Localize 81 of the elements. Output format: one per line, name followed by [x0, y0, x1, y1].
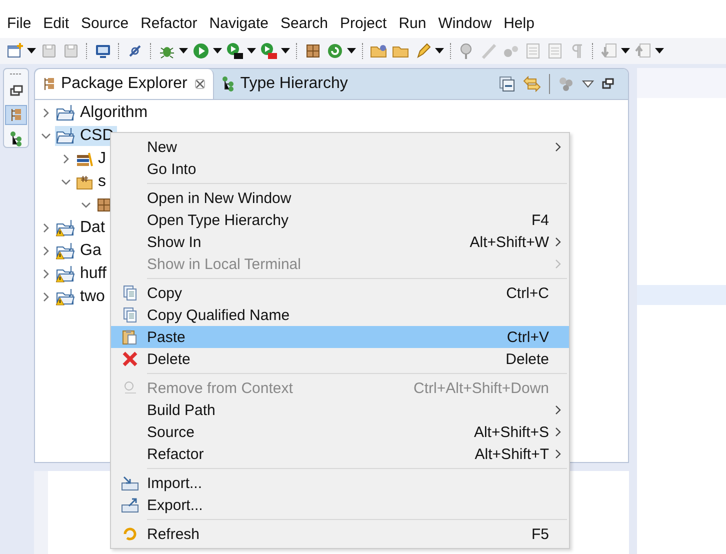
export-icon — [121, 497, 139, 513]
folder-icon[interactable] — [370, 42, 388, 60]
menu-item[interactable]: Import... — [111, 472, 569, 494]
menu-bar-item[interactable]: Refactor — [140, 15, 198, 32]
menu-item[interactable]: Open in New Window — [111, 187, 569, 209]
menu-bar-item[interactable]: Help — [504, 15, 534, 32]
clipboard-icon — [122, 329, 138, 345]
view-tab[interactable]: Type Hierarchy — [214, 69, 356, 99]
menu-item[interactable]: Source Alt+Shift+S — [111, 421, 569, 443]
hierarchy-icon — [222, 76, 234, 92]
package-icon[interactable] — [304, 42, 322, 60]
collapsed-chevron-icon[interactable] — [41, 268, 51, 278]
menu-bar-item[interactable]: Navigate — [209, 15, 268, 32]
menu-bar-item[interactable]: File — [7, 15, 32, 32]
expanded-chevron-icon[interactable] — [41, 130, 51, 140]
dropdown-caret-icon[interactable] — [213, 48, 222, 54]
dropdown-caret-icon[interactable] — [247, 48, 256, 54]
source-folder-icon — [76, 174, 94, 190]
tree-item[interactable]: huff — [55, 264, 110, 284]
menu-item[interactable]: Copy Qualified Name — [111, 304, 569, 326]
remove-icon — [122, 380, 138, 396]
menu-item[interactable]: Open Type Hierarchy F4 — [111, 209, 569, 231]
tree-item[interactable]: s — [75, 172, 109, 192]
menu-bar-item[interactable]: Search — [280, 15, 328, 32]
link-arrows-icon[interactable] — [523, 76, 541, 92]
hierarchy-icon[interactable] — [8, 131, 24, 147]
tree-item[interactable]: Algorithm — [55, 102, 151, 122]
collapsed-chevron-icon[interactable] — [41, 246, 51, 256]
menu-bar-item[interactable]: Edit — [43, 15, 70, 32]
menu-item[interactable]: Refactor Alt+Shift+T — [111, 443, 569, 465]
menu-item[interactable]: Go Into — [111, 158, 569, 180]
menu-item[interactable]: Export... — [111, 494, 569, 516]
collapsed-chevron-icon[interactable] — [61, 154, 71, 164]
dropdown-caret-icon[interactable] — [27, 48, 36, 54]
package-explorer-icon — [43, 77, 55, 91]
collapse-all-icon[interactable] — [499, 76, 515, 92]
dropdown-caret-icon[interactable] — [621, 48, 630, 54]
menu-item[interactable]: Show In Alt+Shift+W — [111, 231, 569, 253]
view-tab[interactable]: Package Explorer — [35, 69, 214, 99]
dropdown-caret-icon[interactable] — [655, 48, 664, 54]
copy-icon — [122, 285, 138, 301]
package-explorer-icon[interactable] — [5, 105, 27, 125]
menu-item[interactable]: Refresh F5 — [111, 523, 569, 545]
menu-bar-item[interactable]: Project — [340, 15, 387, 32]
monitor-icon[interactable] — [94, 42, 112, 60]
copy-icon — [122, 307, 138, 323]
restore-icon[interactable] — [602, 78, 614, 90]
menu-bar-item[interactable]: Window — [438, 15, 492, 32]
drag-handle-icon[interactable] — [10, 73, 22, 77]
tree-item[interactable]: Dat — [55, 218, 108, 238]
dropdown-caret-icon[interactable] — [435, 48, 444, 54]
close-icon[interactable] — [195, 79, 206, 89]
refresh-icon — [122, 526, 138, 542]
dropdown-caret-icon[interactable] — [347, 48, 356, 54]
delete-icon — [122, 351, 138, 367]
menu-item[interactable]: Delete Delete — [111, 348, 569, 370]
view-menu-icon[interactable] — [582, 80, 594, 88]
run-icon[interactable] — [192, 42, 210, 60]
tree-item[interactable]: two — [55, 286, 108, 306]
collapsed-chevron-icon[interactable] — [41, 108, 51, 118]
menu-bar-item[interactable]: Run — [398, 15, 426, 32]
dropdown-caret-icon[interactable] — [281, 48, 290, 54]
new-window-icon[interactable] — [6, 42, 24, 60]
books-icon — [76, 150, 94, 166]
tree-item[interactable]: Ga — [55, 240, 104, 260]
expanded-chevron-icon[interactable] — [61, 176, 71, 186]
restore-icon[interactable] — [8, 83, 24, 99]
menu-item[interactable]: Paste Ctrl+V — [111, 326, 569, 348]
dropdown-caret-icon[interactable] — [179, 48, 188, 54]
refresh-icon[interactable] — [326, 42, 344, 60]
run-tool-icon[interactable] — [226, 42, 244, 60]
menu-bar-item[interactable]: Source — [81, 15, 129, 32]
collapsed-chevron-icon[interactable] — [41, 292, 51, 302]
menu-item[interactable]: Copy Ctrl+C — [111, 282, 569, 304]
import-icon — [121, 475, 139, 491]
tree-item[interactable]: J — [75, 148, 109, 168]
collapsed-chevron-icon[interactable] — [41, 222, 51, 232]
pen-icon[interactable] — [414, 42, 432, 60]
menu-item[interactable]: Build Path — [111, 399, 569, 421]
expanded-chevron-icon[interactable] — [81, 200, 91, 210]
save-all-icon[interactable] — [62, 42, 80, 60]
